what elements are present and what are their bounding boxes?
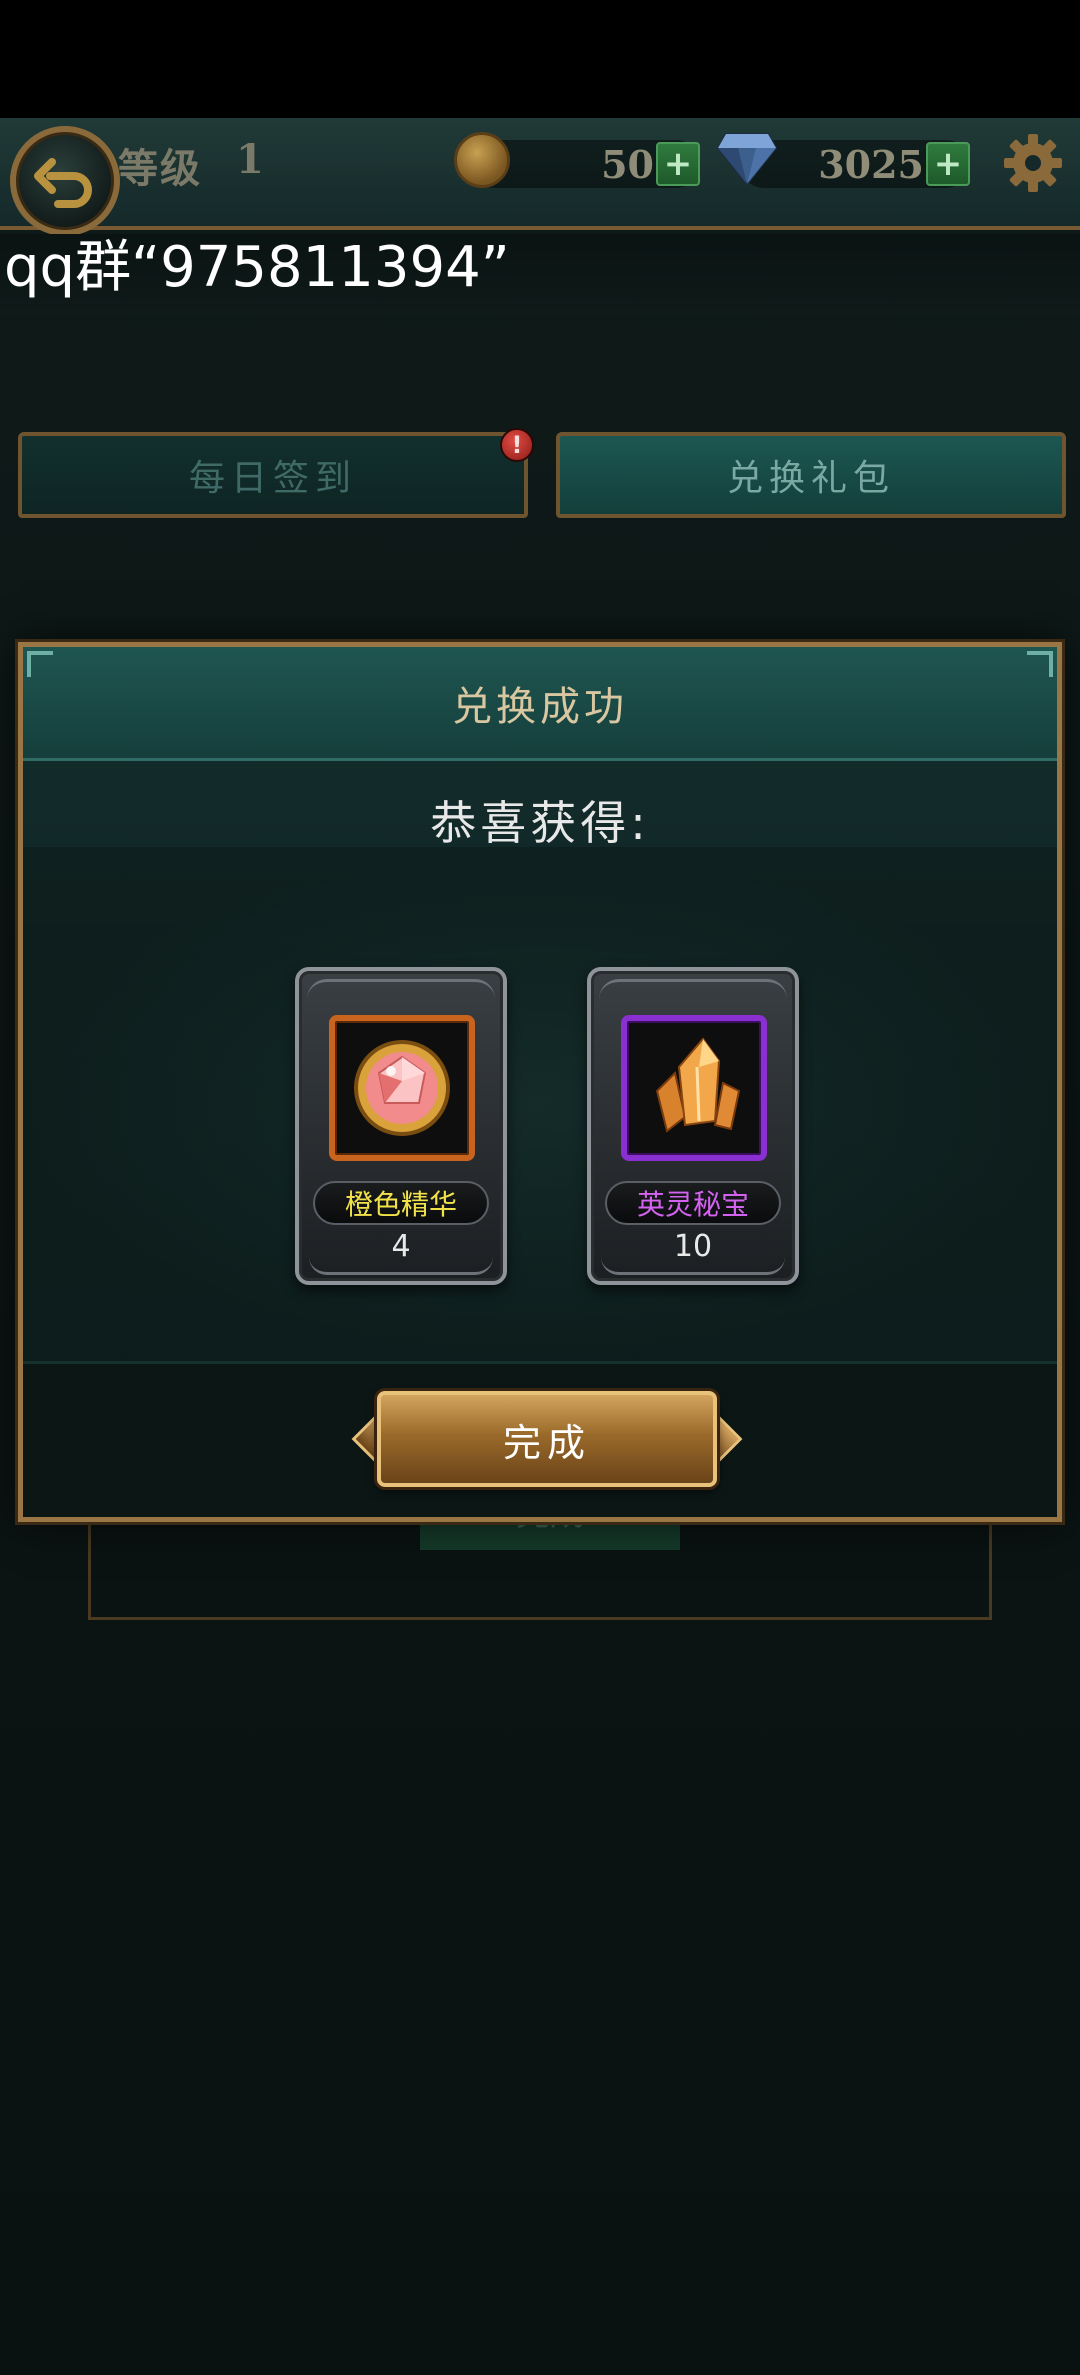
- crystal-icon: [655, 1037, 741, 1133]
- reward-area: 橙色精华 4 英灵秘宝 10: [23, 847, 1057, 1361]
- coin-icon: [454, 132, 510, 188]
- reward-name: 橙色精华: [313, 1181, 489, 1225]
- back-button[interactable]: [10, 126, 120, 236]
- card-ornament: [309, 1253, 493, 1275]
- level-label: 等级: [118, 145, 202, 192]
- reward-card[interactable]: 橙色精华 4: [295, 967, 507, 1285]
- exchange-success-dialog: 兑换成功 恭喜获得: 橙色精华 4 英灵秘宝 10 完成: [18, 642, 1062, 1522]
- tab-exchange-gift[interactable]: 兑换礼包: [556, 432, 1066, 518]
- coin-value: 50: [601, 142, 654, 187]
- top-hud: 等级 1 50 + 3025 +: [0, 118, 1080, 236]
- qq-group-overlay: qq群“975811394”: [4, 235, 510, 300]
- level-value: 1: [236, 136, 264, 183]
- reward-card[interactable]: 英灵秘宝 10: [587, 967, 799, 1285]
- card-ornament: [307, 979, 495, 1009]
- done-button[interactable]: 完成: [377, 1391, 717, 1487]
- reward-icon-frame: [329, 1015, 475, 1161]
- corner-ornament: [1027, 651, 1053, 677]
- back-arrow-icon: [34, 158, 92, 208]
- corner-ornament: [27, 651, 53, 677]
- tab-daily-checkin[interactable]: 每日签到: [18, 432, 528, 518]
- gem-orb-icon: [354, 1040, 450, 1136]
- card-ornament: [599, 979, 787, 1009]
- reward-name: 英灵秘宝: [605, 1181, 781, 1225]
- card-ornament: [601, 1253, 785, 1275]
- congrats-message: 恭喜获得:: [430, 796, 650, 850]
- dialog-title: 兑换成功: [452, 683, 628, 730]
- diamond-icon: [716, 133, 778, 186]
- notification-badge: !: [500, 428, 534, 462]
- game-screen: 等级 1 50 + 3025 + qq群“975811394” 每日签到 兑换礼…: [0, 0, 1080, 2375]
- diamond-value: 3025: [818, 142, 924, 187]
- settings-gear-icon[interactable]: [1002, 132, 1064, 194]
- add-diamonds-button[interactable]: +: [926, 142, 970, 186]
- add-coins-button[interactable]: +: [656, 142, 700, 186]
- dialog-header: 兑换成功: [23, 647, 1057, 761]
- status-bar: [0, 0, 1080, 118]
- reward-icon-frame: [621, 1015, 767, 1161]
